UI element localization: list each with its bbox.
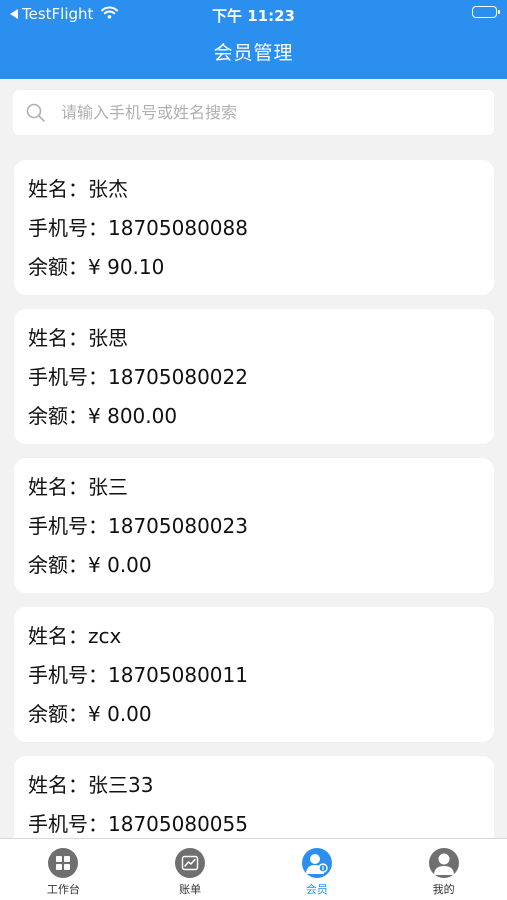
name-label: 姓名： — [28, 326, 88, 350]
member-icon — [301, 848, 332, 878]
tab-label: 工作台 — [46, 883, 80, 896]
member-list: 姓名：张杰 手机号：18705080088 余额：¥ 90.10 姓名：张思 手… — [14, 160, 494, 840]
member-phone: 18705080055 — [108, 812, 248, 836]
tab-label: 我的 — [432, 883, 455, 896]
search-input[interactable] — [59, 102, 483, 123]
tab-workbench[interactable]: 工作台 — [0, 839, 127, 900]
name-label: 姓名： — [28, 773, 88, 797]
phone-label: 手机号： — [28, 514, 108, 538]
tab-bar: 工作台 账单 会员 我的 — [0, 838, 507, 900]
currency-symbol: ¥ — [88, 553, 108, 577]
member-phone-row: 手机号：18705080023 — [28, 509, 494, 548]
member-name: 张三33 — [88, 773, 154, 797]
currency-symbol: ¥ — [88, 255, 108, 279]
member-phone: 18705080023 — [108, 514, 248, 538]
tab-label: 账单 — [179, 883, 202, 896]
member-balance-row: 余额：¥ 800.00 — [28, 399, 494, 438]
member-balance: 0.00 — [107, 702, 152, 726]
status-time: 下午 11:23 — [212, 7, 295, 25]
tab-label: 会员 — [305, 883, 328, 896]
member-name: 张三 — [88, 475, 128, 499]
page-title: 会员管理 — [213, 42, 294, 64]
status-bar: TestFlight 下午 11:23 — [0, 0, 507, 28]
member-balance: 90.10 — [107, 255, 165, 279]
member-name-row: 姓名：zcx — [28, 619, 494, 658]
tab-members[interactable]: 会员 — [254, 839, 381, 900]
member-phone: 18705080088 — [108, 216, 248, 240]
profile-icon — [428, 848, 459, 878]
member-phone: 18705080022 — [108, 365, 248, 389]
phone-label: 手机号： — [28, 663, 108, 687]
member-card[interactable]: 姓名：张三 手机号：18705080023 余额：¥ 0.00 — [14, 458, 494, 593]
member-name: 张杰 — [88, 177, 128, 201]
member-management-screen: TestFlight 下午 11:23 会员管理 请输入手机号或姓名搜索 姓名：… — [0, 0, 507, 900]
member-phone-row: 手机号：18705080088 — [28, 211, 494, 250]
currency-symbol: ¥ — [88, 404, 108, 428]
member-name: zcx — [88, 624, 122, 648]
member-card[interactable]: 姓名：zcx 手机号：18705080011 余额：¥ 0.00 — [14, 607, 494, 742]
member-name-row: 姓名：张三 — [28, 470, 494, 509]
name-label: 姓名： — [28, 177, 88, 201]
currency-symbol: ¥ — [88, 702, 108, 726]
member-phone-row: 手机号：18705080022 — [28, 360, 494, 399]
battery-icon — [472, 6, 500, 18]
search-bar[interactable] — [13, 90, 494, 135]
phone-label: 手机号： — [28, 365, 108, 389]
balance-label: 余额： — [28, 553, 88, 577]
phone-label: 手机号： — [28, 216, 108, 240]
chart-icon — [175, 848, 206, 878]
member-card[interactable]: 姓名：张思 手机号：18705080022 余额：¥ 800.00 — [14, 309, 494, 444]
balance-label: 余额： — [28, 702, 88, 726]
name-label: 姓名： — [28, 624, 88, 648]
header: TestFlight 下午 11:23 会员管理 — [0, 0, 507, 79]
member-phone-row: 手机号：18705080011 — [28, 658, 494, 697]
phone-label: 手机号： — [28, 812, 108, 836]
member-phone: 18705080011 — [108, 663, 248, 687]
grid-icon — [48, 848, 79, 878]
tab-profile[interactable]: 我的 — [380, 839, 507, 900]
member-name: 张思 — [88, 326, 128, 350]
member-balance-row: 余额：¥ 0.00 — [28, 548, 494, 587]
tab-bills[interactable]: 账单 — [127, 839, 254, 900]
member-phone-row: 手机号：18705080055 — [28, 807, 494, 840]
search-icon — [25, 102, 47, 124]
member-name-row: 姓名：张杰 — [28, 172, 494, 211]
member-card[interactable]: 姓名：张三33 手机号：18705080055 — [14, 756, 494, 840]
member-name-row: 姓名：张思 — [28, 321, 494, 360]
member-balance: 0.00 — [107, 553, 152, 577]
member-balance: 800.00 — [107, 404, 178, 428]
member-balance-row: 余额：¥ 90.10 — [28, 250, 494, 289]
balance-label: 余额： — [28, 404, 88, 428]
member-name-row: 姓名：张三33 — [28, 768, 494, 807]
member-card[interactable]: 姓名：张杰 手机号：18705080088 余额：¥ 90.10 — [14, 160, 494, 295]
name-label: 姓名： — [28, 475, 88, 499]
member-balance-row: 余额：¥ 0.00 — [28, 697, 494, 736]
balance-label: 余额： — [28, 255, 88, 279]
